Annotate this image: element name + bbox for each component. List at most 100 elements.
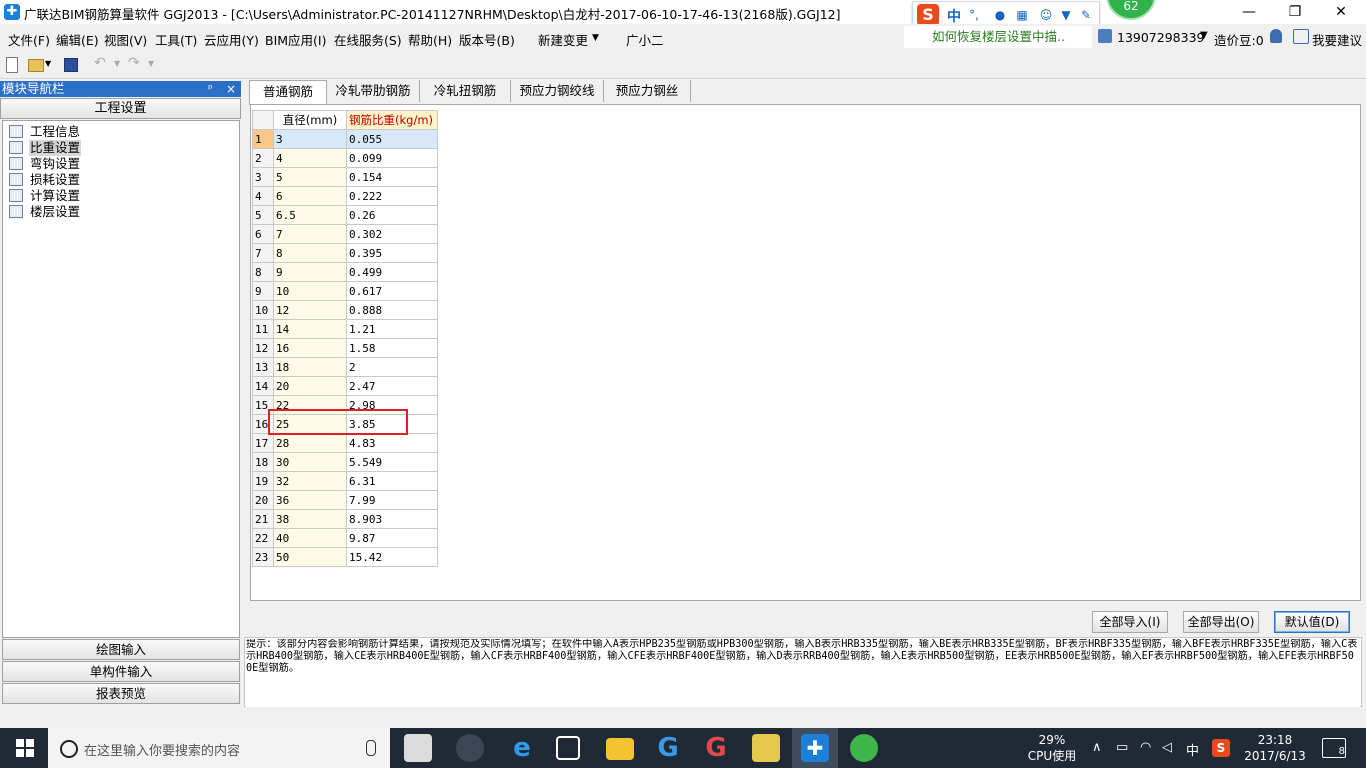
weight-cell[interactable]: 7.99 [346, 490, 438, 510]
table-row[interactable]: 9 10 0.617 [252, 281, 438, 301]
weight-cell[interactable]: 4.83 [346, 433, 438, 453]
diameter-cell[interactable]: 50 [273, 547, 347, 567]
diameter-cell[interactable]: 32 [273, 471, 347, 491]
weight-cell[interactable]: 9.87 [346, 528, 438, 548]
punctuation-icon[interactable]: °, [967, 8, 981, 22]
row-number[interactable]: 6 [252, 224, 274, 244]
menu-assistant[interactable]: 广小二 [626, 30, 664, 49]
default-value-button[interactable]: 默认值(D) [1274, 611, 1350, 633]
menu-file[interactable]: 文件(F) [8, 30, 50, 49]
row-number[interactable]: 3 [252, 167, 274, 187]
weight-cell[interactable]: 15.42 [346, 547, 438, 567]
close-icon[interactable]: ✕ [1326, 2, 1356, 22]
skin-shirt-icon[interactable]: ▼ [1059, 8, 1073, 22]
score-badge[interactable]: 62 [1108, 0, 1154, 18]
weight-cell[interactable]: 6.31 [346, 471, 438, 491]
close-panel-icon[interactable]: × [226, 81, 236, 97]
row-number[interactable]: 8 [252, 262, 274, 282]
row-number[interactable]: 19 [252, 471, 274, 491]
row-number[interactable]: 21 [252, 509, 274, 529]
diameter-cell[interactable]: 20 [273, 376, 347, 396]
weight-cell[interactable]: 0.154 [346, 167, 438, 187]
ggj-app-icon[interactable]: ✚ [801, 734, 829, 762]
glodon-app-icon[interactable]: G [654, 734, 682, 762]
tab-cold-rolled-twisted[interactable]: 冷轧扭钢筋 [420, 80, 511, 102]
table-row[interactable]: 11 14 1.21 [252, 319, 438, 339]
table-row[interactable]: 13 18 2 [252, 357, 438, 377]
notes-app-icon[interactable] [752, 734, 780, 762]
diameter-cell[interactable]: 16 [273, 338, 347, 358]
save-icon[interactable] [64, 58, 78, 72]
menu-view[interactable]: 视图(V) [104, 30, 147, 49]
table-row[interactable]: 1 3 0.055 [252, 129, 438, 149]
open-dropdown-icon[interactable]: ▼ [45, 59, 51, 68]
tab-normal-rebar[interactable]: 普通钢筋 [249, 80, 327, 105]
pin-icon[interactable]: ᵖ [208, 81, 213, 97]
nav-section-report-preview[interactable]: 报表预览 [2, 683, 240, 704]
restore-icon[interactable]: ❐ [1280, 2, 1310, 22]
sogou-logo-icon[interactable]: S [917, 4, 939, 26]
suggest-link[interactable]: 我要建议 [1312, 30, 1362, 49]
row-number[interactable]: 11 [252, 319, 274, 339]
row-number[interactable]: 7 [252, 243, 274, 263]
nav-section-drawing-input[interactable]: 绘图输入 [2, 639, 240, 660]
volume-icon[interactable]: ◁ [1162, 740, 1172, 755]
file-explorer-icon[interactable] [606, 738, 634, 760]
table-row[interactable]: 18 30 5.549 [252, 452, 438, 472]
table-row[interactable]: 23 50 15.42 [252, 547, 438, 567]
row-number[interactable]: 4 [252, 186, 274, 206]
browser-360-icon[interactable] [456, 734, 484, 762]
row-number[interactable]: 2 [252, 148, 274, 168]
table-row[interactable]: 14 20 2.47 [252, 376, 438, 396]
nav-section-component-input[interactable]: 单构件输入 [2, 661, 240, 682]
system-clock[interactable]: 23:18 2017/6/13 [1240, 732, 1310, 764]
table-row[interactable]: 20 36 7.99 [252, 490, 438, 510]
row-number[interactable]: 14 [252, 376, 274, 396]
table-row[interactable]: 8 9 0.499 [252, 262, 438, 282]
table-row[interactable]: 4 6 0.222 [252, 186, 438, 206]
network-status-icon[interactable]: ▭ [1116, 740, 1128, 755]
feedback-icon[interactable] [1293, 29, 1309, 44]
ime-mode-label[interactable]: 中 [947, 6, 961, 26]
weight-cell[interactable]: 5.549 [346, 452, 438, 472]
diameter-cell[interactable]: 7 [273, 224, 347, 244]
tab-cold-rolled-ribbed[interactable]: 冷轧带肋钢筋 [327, 80, 420, 102]
menu-help[interactable]: 帮助(H) [408, 30, 452, 49]
table-row[interactable]: 3 5 0.154 [252, 167, 438, 187]
keyboard-icon[interactable]: ▦ [1015, 8, 1029, 22]
diameter-cell[interactable]: 14 [273, 319, 347, 339]
tray-expand-icon[interactable]: ∧ [1092, 740, 1102, 755]
microphone-icon[interactable] [366, 740, 376, 756]
menu-version[interactable]: 版本号(B) [459, 30, 515, 49]
weight-cell[interactable]: 0.222 [346, 186, 438, 206]
diameter-cell[interactable]: 6.5 [273, 205, 347, 225]
diameter-cell[interactable]: 36 [273, 490, 347, 510]
menu-new-change[interactable]: 新建变更 [538, 30, 588, 49]
redo-dropdown-icon[interactable]: ▼ [148, 59, 154, 68]
col-header-weight[interactable]: 钢筋比重(kg/m) [346, 110, 438, 130]
menu-edit[interactable]: 编辑(E) [56, 30, 99, 49]
weight-cell[interactable]: 0.888 [346, 300, 438, 320]
diameter-cell[interactable]: 28 [273, 433, 347, 453]
col-header-diameter[interactable]: 直径(mm) [273, 110, 347, 130]
notification-center-icon[interactable]: 8 [1322, 738, 1346, 758]
import-all-button[interactable]: 全部导入(I) [1092, 611, 1168, 633]
weight-cell[interactable]: 0.302 [346, 224, 438, 244]
task-view-icon[interactable] [404, 734, 432, 762]
users-icon[interactable]: ☺ [1039, 8, 1053, 22]
table-row[interactable]: 19 32 6.31 [252, 471, 438, 491]
diameter-cell[interactable]: 40 [273, 528, 347, 548]
row-number[interactable]: 23 [252, 547, 274, 567]
table-row[interactable]: 17 28 4.83 [252, 433, 438, 453]
weight-cell[interactable]: 0.26 [346, 205, 438, 225]
table-row[interactable]: 5 6.5 0.26 [252, 205, 438, 225]
row-number[interactable]: 18 [252, 452, 274, 472]
user-account[interactable]: 13907298339 [1117, 30, 1204, 45]
diameter-cell[interactable]: 38 [273, 509, 347, 529]
diameter-cell[interactable]: 6 [273, 186, 347, 206]
table-row[interactable]: 22 40 9.87 [252, 528, 438, 548]
weight-cell[interactable]: 0.617 [346, 281, 438, 301]
table-row[interactable]: 2 4 0.099 [252, 148, 438, 168]
update-app-icon[interactable] [850, 734, 878, 762]
tab-prestressed-wire[interactable]: 预应力钢丝 [604, 80, 691, 102]
